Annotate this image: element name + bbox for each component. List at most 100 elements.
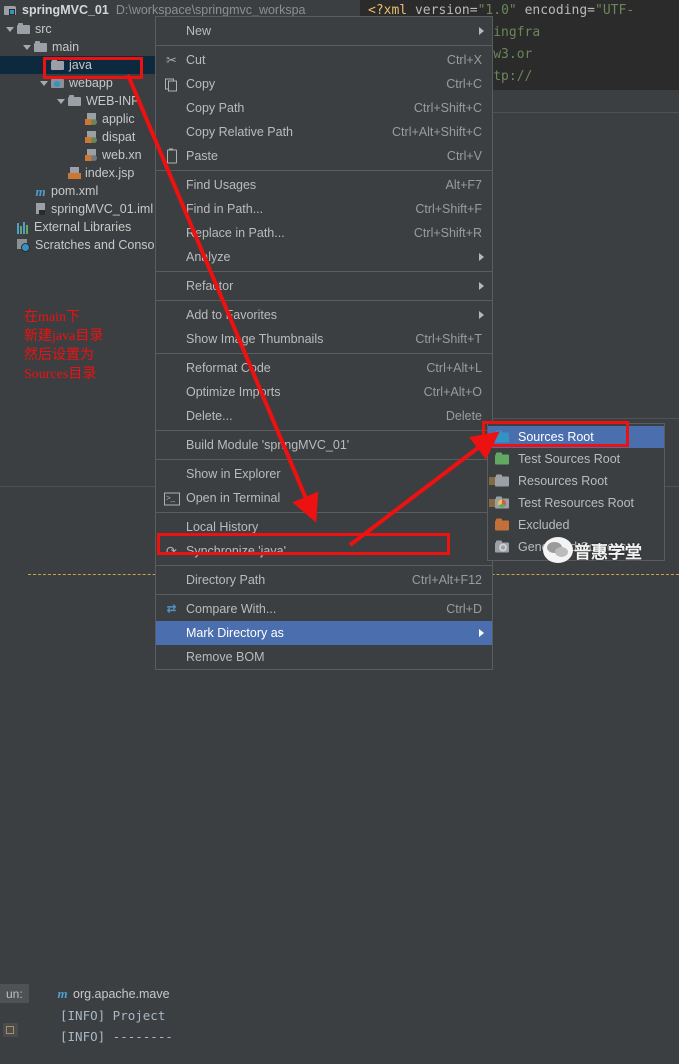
submenu-item-label: Excluded: [518, 518, 570, 532]
spring-xml-icon: [85, 112, 98, 126]
tree-item-label: applic: [102, 112, 135, 126]
menu-item-label: Copy Relative Path: [186, 125, 294, 139]
folder-icon: [51, 59, 65, 71]
menu-item-analyze[interactable]: Analyze: [156, 245, 492, 269]
folder-icon: [17, 23, 31, 35]
terminal-icon: [164, 491, 180, 506]
menu-item-shortcut: Ctrl+V: [446, 149, 482, 163]
menu-item-label: Directory Path: [186, 573, 266, 587]
menu-item-find-usages[interactable]: Find Usages Alt+F7: [156, 173, 492, 197]
chevron-right-icon: [479, 311, 484, 319]
submenu-item-label: Test Sources Root: [518, 452, 621, 466]
libraries-icon: [17, 221, 30, 234]
watermark-text: 普惠学堂: [574, 542, 642, 563]
menu-item-shortcut: Ctrl+Alt+L: [426, 361, 482, 375]
chevron-down-icon[interactable]: [38, 78, 49, 89]
test-resources-root-folder-icon: [489, 497, 511, 510]
console-gutter: [0, 1003, 22, 1064]
test-sources-root-folder-icon: [495, 453, 511, 466]
menu-item-shortcut: Ctrl+Shift+C: [413, 101, 482, 115]
resources-root-folder-icon: [489, 475, 511, 488]
submenu-item-label: Sources Root: [518, 430, 594, 444]
generated-sources-folder-icon: [495, 541, 511, 554]
tree-item-label: index.jsp: [85, 166, 135, 180]
menu-item-show-image-thumbnails[interactable]: Show Image Thumbnails Ctrl+Shift+T: [156, 327, 492, 351]
run-configuration[interactable]: m org.apache.mave: [56, 984, 170, 1003]
tree-item-label: springMVC_01.iml: [51, 202, 154, 216]
menu-item-shortcut: Ctrl+Alt+Shift+C: [392, 125, 482, 139]
menu-item-open-in-terminal[interactable]: Open in Terminal: [156, 486, 492, 510]
menu-separator: [156, 300, 492, 301]
submenu-item-resources-root[interactable]: Resources Root: [488, 470, 664, 492]
menu-item-shortcut: Ctrl+Alt+F12: [411, 573, 482, 587]
menu-item-directory-path[interactable]: Directory Path Ctrl+Alt+F12: [156, 568, 492, 592]
menu-item-mark-directory-as[interactable]: Mark Directory as: [156, 621, 492, 645]
submenu-item-sources-root[interactable]: Sources Root: [488, 426, 664, 448]
chevron-down-icon[interactable]: [55, 96, 66, 107]
chevron-down-icon[interactable]: [21, 42, 32, 53]
menu-item-shortcut: Ctrl+C: [446, 77, 482, 91]
menu-separator: [156, 45, 492, 46]
menu-item-show-in-explorer[interactable]: Show in Explorer: [156, 462, 492, 486]
chevron-right-icon: [479, 282, 484, 290]
menu-item-compare-with[interactable]: ⇄ Compare With... Ctrl+D: [156, 597, 492, 621]
file-context-menu[interactable]: New ✂ Cut Ctrl+X Copy Ctrl+C Copy Path Ctrl+Shi…: [155, 16, 493, 670]
menu-item-label: Cut: [186, 53, 206, 67]
submenu-item-excluded[interactable]: Excluded: [488, 514, 664, 536]
cut-icon: ✂: [166, 52, 177, 68]
menu-item-label: Show Image Thumbnails: [186, 332, 324, 346]
chevron-down-icon[interactable]: [4, 24, 15, 35]
tree-item-label: java: [69, 58, 92, 72]
menu-item-label: Compare With...: [186, 602, 277, 616]
submenu-item-test-resources-root[interactable]: Test Resources Root: [488, 492, 664, 514]
run-tab-header: un: m org.apache.mave: [0, 984, 360, 1003]
menu-item-reformat-code[interactable]: Reformat Code Ctrl+Alt+L: [156, 356, 492, 380]
menu-item-new[interactable]: New: [156, 19, 492, 43]
menu-item-label: Build Module 'springMVC_01': [186, 438, 350, 452]
menu-item-label: Find in Path...: [186, 202, 264, 216]
menu-item-copy-path[interactable]: Copy Path Ctrl+Shift+C: [156, 96, 492, 120]
menu-item-shortcut: Ctrl+X: [446, 53, 482, 67]
ide-window: springMVC_01 D:\workspace\springmvc_work…: [0, 0, 679, 1064]
menu-item-remove-bom[interactable]: Remove BOM: [156, 645, 492, 669]
submenu-item-test-sources-root[interactable]: Test Sources Root: [488, 448, 664, 470]
console-line: [INFO] Project: [60, 1008, 166, 1023]
menu-item-synchronize-java[interactable]: ⟳ Synchronize 'java': [156, 539, 492, 563]
web-folder-icon: [51, 77, 65, 89]
menu-item-add-to-favorites[interactable]: Add to Favorites: [156, 303, 492, 327]
menu-item-shortcut: Alt+F7: [445, 178, 482, 192]
menu-item-label: Delete...: [186, 409, 233, 423]
menu-item-optimize-imports[interactable]: Optimize Imports Ctrl+Alt+O: [156, 380, 492, 404]
menu-item-copy[interactable]: Copy Ctrl+C: [156, 72, 492, 96]
tree-item-label: web.xn: [102, 148, 142, 162]
menu-item-paste[interactable]: Paste Ctrl+V: [156, 144, 492, 168]
menu-item-find-in-path[interactable]: Find in Path... Ctrl+Shift+F: [156, 197, 492, 221]
menu-item-shortcut: Ctrl+Shift+R: [413, 226, 482, 240]
menu-item-copy-relative-path[interactable]: Copy Relative Path Ctrl+Alt+Shift+C: [156, 120, 492, 144]
menu-item-label: Local History: [186, 520, 259, 534]
tree-item-label: Scratches and Console: [35, 238, 165, 252]
menu-item-label: Show in Explorer: [186, 467, 281, 481]
run-configuration-label: org.apache.mave: [73, 986, 170, 1001]
run-tab-label[interactable]: un:: [0, 984, 29, 1003]
maven-icon: m: [57, 986, 68, 1001]
menu-item-shortcut: Delete: [445, 409, 482, 423]
menu-item-label: New: [186, 24, 212, 38]
wechat-logo-icon: [543, 537, 573, 563]
menu-item-label: Reformat Code: [186, 361, 271, 375]
menu-item-local-history[interactable]: Local History: [156, 515, 492, 539]
menu-item-label: Copy: [186, 77, 216, 91]
menu-item-label: Copy Path: [186, 101, 245, 115]
console-toolbar-button[interactable]: [3, 1023, 18, 1037]
menu-item-refactor[interactable]: Refactor: [156, 274, 492, 298]
menu-item-delete[interactable]: Delete... Delete: [156, 404, 492, 428]
menu-item-build-module-springmvc-01[interactable]: Build Module 'springMVC_01': [156, 433, 492, 457]
menu-item-replace-in-path[interactable]: Replace in Path... Ctrl+Shift+R: [156, 221, 492, 245]
watermark: 普惠学堂: [543, 537, 642, 563]
menu-item-cut[interactable]: ✂ Cut Ctrl+X: [156, 48, 492, 72]
xml-icon: [85, 148, 98, 162]
folder-icon: [68, 95, 82, 107]
console-output: [INFO] Project [INFO] --------: [60, 1005, 460, 1047]
project-name: springMVC_01: [22, 3, 109, 17]
tree-item-label: webapp: [69, 76, 113, 90]
